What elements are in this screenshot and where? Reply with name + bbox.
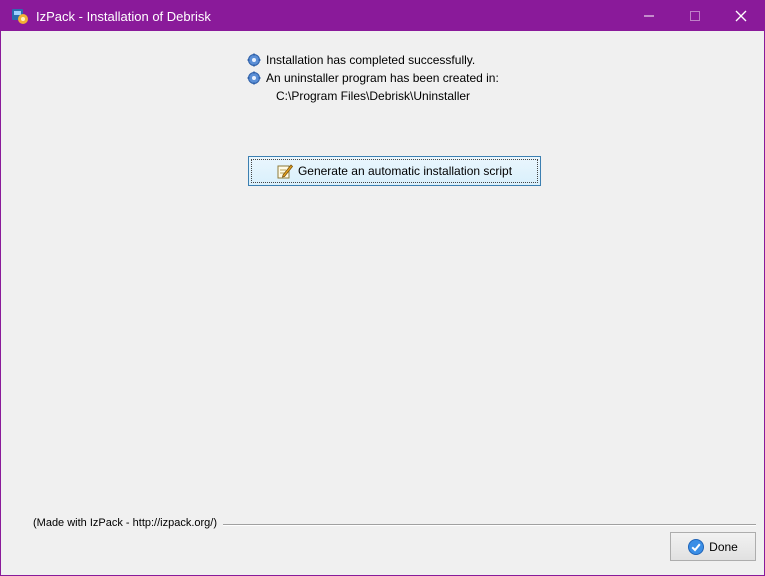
- made-with-label: (Made with IzPack - http://izpack.org/): [33, 517, 224, 529]
- generate-script-label: Generate an automatic installation scrip…: [297, 164, 513, 178]
- gear-icon: [247, 71, 261, 85]
- checkmark-icon: [688, 538, 705, 555]
- generate-script-button[interactable]: Generate an automatic installation scrip…: [248, 156, 541, 186]
- uninstaller-path: C:\Program Files\Debrisk\Uninstaller: [276, 89, 471, 103]
- pencil-icon: [277, 163, 293, 179]
- gear-icon: [247, 53, 261, 67]
- maximize-icon: [690, 11, 700, 21]
- minimize-icon: [644, 15, 654, 17]
- info-line-uninstaller: An uninstaller program has been created …: [247, 69, 499, 87]
- window-controls: [626, 1, 764, 31]
- window-title: IzPack - Installation of Debrisk: [36, 8, 211, 24]
- success-message: Installation has completed successfully.: [266, 53, 476, 67]
- izpack-app-icon: [11, 7, 29, 25]
- minimize-button[interactable]: [626, 1, 672, 31]
- info-line-success: Installation has completed successfully.: [247, 51, 499, 69]
- uninstaller-message: An uninstaller program has been created …: [266, 71, 499, 85]
- maximize-button[interactable]: [672, 1, 718, 31]
- close-icon: [735, 10, 747, 22]
- installer-window: IzPack - Installation of Debrisk Install…: [0, 0, 765, 576]
- title-bar[interactable]: IzPack - Installation of Debrisk: [1, 1, 764, 31]
- done-label: Done: [709, 539, 738, 554]
- completion-info: Installation has completed successfully.…: [247, 51, 499, 105]
- done-button[interactable]: Done: [670, 532, 756, 561]
- close-button[interactable]: [718, 1, 764, 31]
